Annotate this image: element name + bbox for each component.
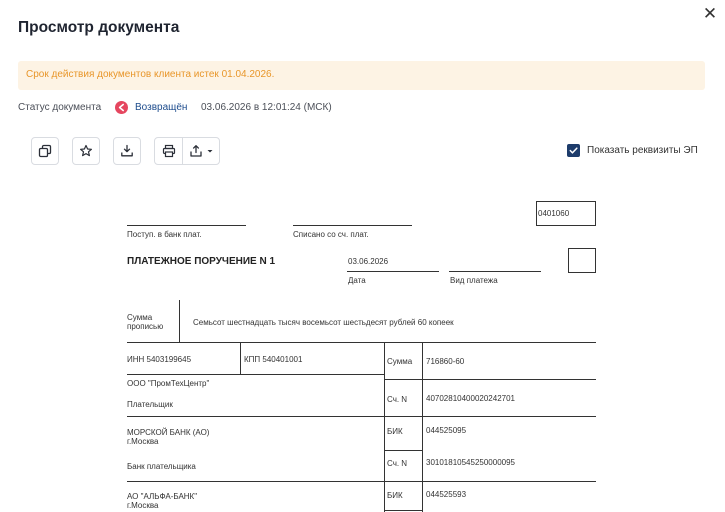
payer-name: ООО "ПромТехЦентр": [127, 379, 210, 388]
export-dropdown-button[interactable]: [183, 138, 219, 164]
payee-bik-row-bottom: [384, 510, 422, 511]
print-icon: [162, 144, 175, 158]
returned-status-icon: [115, 101, 128, 114]
inn-kpp-divider: [240, 342, 241, 374]
payer-bank-corr-label: Сч. N: [387, 459, 408, 468]
received-label: Поступ. в банк плат.: [127, 230, 202, 239]
column-divider-2: [422, 342, 423, 512]
date-line: [347, 271, 439, 272]
expiry-alert: Срок действия документов клиента истек 0…: [18, 61, 705, 90]
amount-words-label-1: Сумма: [127, 313, 153, 322]
payee-bank-bik: 044525593: [426, 490, 467, 499]
print-export-group: [154, 137, 220, 165]
column-divider-1: [384, 342, 385, 512]
payee-bank-city: г.Москва: [127, 501, 159, 510]
form-code: 0401060: [538, 209, 570, 218]
alert-text: Срок действия документов клиента истек 0…: [26, 69, 275, 80]
payer-status-box: [568, 248, 596, 273]
payer-bank-bik: 044525095: [426, 426, 467, 435]
amount-words: Семьсот шестнадцать тысяч восемьсот шест…: [193, 318, 454, 327]
close-icon[interactable]: ✕: [700, 4, 720, 24]
payer-bank-row-bottom: [127, 481, 596, 482]
download-tray-icon: [121, 144, 133, 157]
caret-down-icon: [207, 150, 212, 153]
star-icon: [80, 144, 92, 157]
sum-value: 716860-60: [426, 357, 465, 366]
sum-label: Сумма: [387, 357, 413, 366]
payer-kpp: КПП 540401001: [244, 355, 303, 364]
download-button[interactable]: [113, 137, 141, 165]
document-title: ПЛАТЕЖНОЕ ПОРУЧЕНИЕ N 1: [127, 256, 276, 267]
payer-bank-corr-account: 30101810545250000095: [426, 458, 515, 467]
debited-date-line: [293, 225, 412, 226]
payer-bank-city: г.Москва: [127, 437, 159, 446]
show-signature-label[interactable]: Показать реквизиты ЭП: [587, 145, 698, 156]
modal-title: Просмотр документа: [18, 19, 180, 36]
amount-row-bottom: [127, 342, 596, 343]
payer-bank-bik-label: БИК: [387, 427, 403, 436]
amount-words-divider: [179, 300, 180, 342]
status-datetime: 03.06.2026 в 12:01:24 (МСК): [201, 102, 332, 113]
date-label: Дата: [348, 276, 366, 285]
payment-type-label: Вид платежа: [450, 276, 498, 285]
favorite-button[interactable]: [72, 137, 100, 165]
payee-bank-name: АО "АЛЬФА-БАНК": [127, 492, 198, 501]
copy-button[interactable]: [31, 137, 59, 165]
payer-label: Плательщик: [127, 400, 173, 409]
copy-icon: [38, 144, 52, 158]
payer-account: 40702810400020242701: [426, 394, 515, 403]
document-preview-modal: ✕ Просмотр документа Срок действия докум…: [0, 0, 725, 512]
payment-type-line: [449, 271, 541, 272]
debited-label: Списано со сч. плат.: [293, 230, 369, 239]
inn-row-bottom: [127, 374, 384, 375]
status-label: Статус документа: [18, 102, 102, 113]
payer-account-label: Сч. N: [387, 395, 408, 404]
share-upload-icon: [189, 145, 202, 157]
payment-order-document: Поступ. в банк плат. Списано со сч. плат…: [0, 180, 725, 512]
payer-inn: ИНН 5403199645: [127, 355, 192, 364]
payer-bank-label: Банк плательщика: [127, 462, 196, 471]
payee-bank-bik-label: БИК: [387, 491, 403, 500]
sum-row-bottom: [384, 379, 596, 380]
payer-row-bottom: [127, 416, 596, 417]
payer-bank-name: МОРСКОЙ БАНК (АО): [127, 428, 210, 437]
show-signature-checkbox[interactable]: [567, 144, 580, 157]
document-date: 03.06.2026: [348, 257, 389, 266]
bik-row-bottom: [384, 450, 422, 451]
status-value-link[interactable]: Возвращён: [135, 102, 187, 113]
amount-words-label-2: прописью: [127, 322, 164, 331]
checkmark-icon: [569, 147, 578, 154]
received-date-line: [127, 225, 246, 226]
print-button[interactable]: [155, 138, 182, 164]
